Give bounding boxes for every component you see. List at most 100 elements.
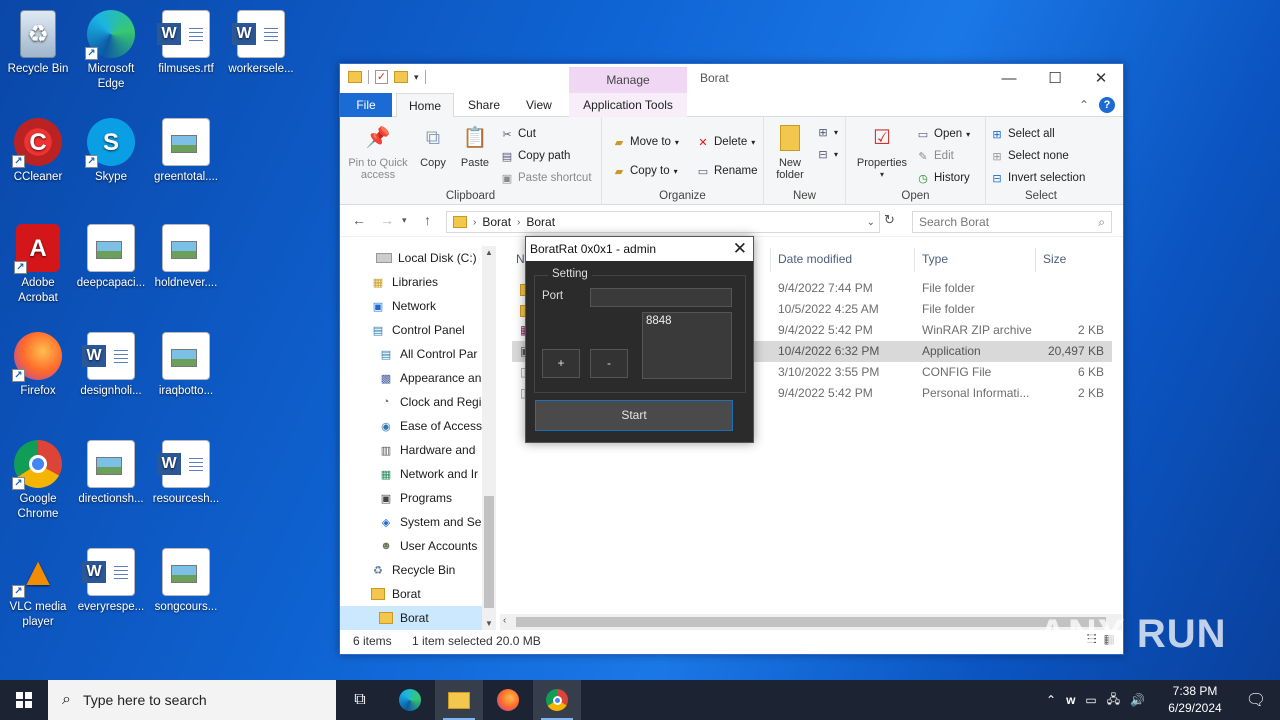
invert-selection-button[interactable]: ⊟ Invert selection: [990, 171, 1085, 185]
open-button[interactable]: ▭ Open ▾: [916, 127, 970, 141]
column-header-size[interactable]: Size: [1043, 252, 1066, 266]
network-tray-icon[interactable]: 🖧: [1107, 690, 1120, 711]
nav-item-appearance[interactable]: ▩ Appearance an: [340, 366, 482, 390]
address-bar[interactable]: › Borat › Borat ⌄: [446, 211, 880, 233]
nav-item-clock[interactable]: ◔ Clock and Regi: [340, 390, 482, 414]
column-header-name[interactable]: N: [516, 252, 525, 266]
desktop-icon-adobe-acrobat[interactable]: A ↗ Adobe Acrobat: [0, 218, 76, 306]
qat-dropdown-icon[interactable]: ▾: [414, 72, 419, 83]
collapse-ribbon-icon[interactable]: ⌃: [1079, 98, 1089, 112]
desktop-icon-everyrespe[interactable]: everyrespe...: [73, 542, 149, 615]
desktop-icon-skype[interactable]: S ↗ Skype: [73, 112, 149, 185]
nav-item-control-panel[interactable]: ▤ Control Panel: [340, 318, 482, 342]
recent-locations-icon[interactable]: ▾: [402, 215, 407, 226]
desktop-icon-resourcesh[interactable]: resourcesh...: [148, 434, 224, 507]
search-input[interactable]: Search Borat ⌕: [912, 211, 1112, 233]
tab-view[interactable]: View: [514, 93, 564, 117]
meet-now-icon[interactable]: ▭: [1085, 693, 1096, 707]
tab-home[interactable]: Home: [396, 93, 455, 118]
nav-item-libraries[interactable]: ▦ Libraries: [340, 270, 482, 294]
nav-item-programs[interactable]: ▣ Programs: [340, 486, 482, 510]
desktop-icon-iraqbotto[interactable]: iraqbotto...: [148, 326, 224, 399]
tab-share[interactable]: Share: [456, 93, 512, 117]
nav-item-borat-selected[interactable]: Borat: [340, 606, 482, 630]
properties-icon[interactable]: ✓: [375, 70, 388, 84]
desktop-icon-directionsh[interactable]: directionsh...: [73, 434, 149, 507]
tab-file[interactable]: File: [340, 93, 392, 117]
forward-arrow-icon[interactable]: →: [380, 212, 394, 228]
maximize-button[interactable]: ☐: [1032, 64, 1078, 93]
volume-icon[interactable]: 🔊: [1130, 693, 1145, 707]
horizontal-scrollbar-thumb[interactable]: [516, 617, 1106, 627]
nav-item-system-security[interactable]: ◈ System and Se: [340, 510, 482, 534]
move-to-button[interactable]: ▰ Move to ▾: [612, 135, 679, 149]
desktop-icon-edge[interactable]: ↗ Microsoft Edge: [73, 4, 149, 92]
copy-path-button[interactable]: ▤ Copy path: [500, 149, 571, 163]
tab-application-tools[interactable]: Application Tools: [569, 93, 687, 117]
close-icon[interactable]: ✕: [733, 237, 747, 260]
scroll-up-icon[interactable]: ▲: [485, 248, 493, 257]
scroll-left-icon[interactable]: ‹: [503, 615, 506, 626]
desktop-icon-chrome[interactable]: ↗ Google Chrome: [0, 434, 76, 522]
desktop-icon-firefox[interactable]: ↗ Firefox: [0, 326, 76, 399]
address-dropdown-icon[interactable]: ⌄: [867, 217, 875, 228]
task-view-icon[interactable]: ⧉: [336, 680, 384, 720]
ports-list[interactable]: 8848: [642, 312, 732, 379]
column-header-type[interactable]: Type: [922, 252, 948, 266]
nav-item-local-disk[interactable]: Local Disk (C:): [340, 246, 482, 270]
desktop-icon-deepcapaci[interactable]: deepcapaci...: [73, 218, 149, 291]
manage-tab[interactable]: Manage: [569, 67, 687, 93]
scrollbar-thumb[interactable]: [484, 496, 494, 608]
nav-item-all-control-panel[interactable]: ▤ All Control Par: [340, 342, 482, 366]
add-port-button[interactable]: +: [542, 349, 580, 378]
show-hidden-icons-icon[interactable]: ⌃: [1046, 693, 1056, 707]
close-button[interactable]: ✕: [1078, 64, 1124, 93]
rename-button[interactable]: ▭ Rename: [696, 164, 758, 178]
nav-item-network[interactable]: ▣ Network: [340, 294, 482, 318]
taskbar-chrome-icon[interactable]: [533, 680, 581, 720]
delete-button[interactable]: ✕ Delete ▾: [696, 135, 755, 149]
pin-quick-access-button[interactable]: 📌 Pin to Quick access: [344, 123, 412, 181]
desktop-icon-filmuses[interactable]: filmuses.rtf: [148, 4, 224, 77]
cut-button[interactable]: ✂ Cut: [500, 127, 536, 141]
desktop-icon-recycle-bin[interactable]: ♻ Recycle Bin: [0, 4, 76, 77]
winrar-tray-icon[interactable]: w: [1066, 693, 1075, 707]
nav-item-ease-of-access[interactable]: ◉ Ease of Access: [340, 414, 482, 438]
breadcrumb-borat-1[interactable]: Borat: [482, 215, 511, 229]
start-button[interactable]: Start: [535, 400, 733, 431]
scroll-down-icon[interactable]: ▼: [485, 619, 493, 628]
start-button[interactable]: [0, 680, 48, 720]
taskbar-search-box[interactable]: ⌕ Type here to search: [48, 680, 336, 720]
desktop-icon-holdnever[interactable]: holdnever....: [148, 218, 224, 291]
column-header-date[interactable]: Date modified: [778, 252, 852, 266]
nav-item-borat[interactable]: Borat: [340, 582, 482, 606]
properties-button[interactable]: ☑ Properties ▾: [852, 123, 912, 181]
nav-scrollbar[interactable]: ▲ ▼: [482, 246, 496, 630]
taskbar-edge-icon[interactable]: [386, 680, 434, 720]
desktop-icon-designholi[interactable]: designholi...: [73, 326, 149, 399]
desktop-icon-vlc[interactable]: ▲ ↗ VLC media player: [0, 542, 76, 630]
easy-access-button[interactable]: ⊟ ▾: [816, 147, 838, 161]
help-icon[interactable]: ?: [1099, 97, 1115, 113]
minimize-button[interactable]: —: [986, 64, 1032, 93]
back-arrow-icon[interactable]: ←: [352, 212, 366, 228]
copy-button[interactable]: ⧉ Copy: [414, 123, 452, 169]
nav-item-hardware[interactable]: ▥ Hardware and: [340, 438, 482, 462]
nav-item-network-internet[interactable]: ▦ Network and Ir: [340, 462, 482, 486]
desktop-icon-workersele[interactable]: workersele...: [223, 4, 299, 77]
select-none-button[interactable]: ⊞ Select none: [990, 149, 1068, 163]
notifications-icon[interactable]: 🗨: [1232, 680, 1280, 720]
history-button[interactable]: ◷ History: [916, 171, 970, 185]
taskbar-file-explorer-icon[interactable]: [435, 680, 483, 720]
refresh-icon[interactable]: ↻: [884, 212, 895, 228]
new-item-button[interactable]: ⊞ ▾: [816, 125, 838, 139]
nav-item-user-accounts[interactable]: ☻ User Accounts: [340, 534, 482, 558]
desktop-icon-ccleaner[interactable]: C ↗ CCleaner: [0, 112, 76, 185]
up-arrow-icon[interactable]: ↑: [424, 212, 431, 228]
paste-button[interactable]: 📋 Paste: [456, 123, 494, 169]
breadcrumb-borat-2[interactable]: Borat: [526, 215, 555, 229]
desktop-icon-greentotal[interactable]: greentotal....: [148, 112, 224, 185]
taskbar-clock[interactable]: 7:38 PM 6/29/2024: [1160, 683, 1230, 717]
port-input[interactable]: [590, 288, 732, 307]
new-folder-button[interactable]: New folder: [770, 123, 810, 181]
